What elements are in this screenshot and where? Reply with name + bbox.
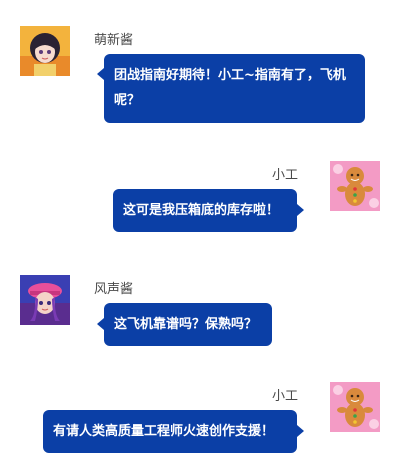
sender-name: 小工 <box>272 168 299 183</box>
avatar-gingerbread-icon[interactable] <box>330 382 380 432</box>
avatar-pink-hat-girl-icon[interactable] <box>20 275 70 325</box>
bubble-tail <box>97 68 104 80</box>
sender-name: 小工 <box>272 389 299 404</box>
avatar-gingerbread-icon[interactable] <box>330 161 380 211</box>
bubble-tail <box>297 204 304 216</box>
sender-name: 萌新酱 <box>94 33 134 48</box>
message-text: 有请人类高质量工程师火速创作支援！ <box>53 424 275 439</box>
message-bubble[interactable]: 这可是我压箱底的库存啦！ <box>113 189 304 232</box>
message-text: 这可是我压箱底的库存啦！ <box>123 203 280 218</box>
message-text: 这飞机靠谱吗？保熟吗？ <box>114 317 258 332</box>
sender-name: 风声酱 <box>94 282 134 297</box>
message-bubble[interactable]: 团战指南好期待！小工~指南有了，飞机呢？ <box>97 54 365 123</box>
message-text: 团战指南好期待！小工~指南有了，飞机呢？ <box>114 68 346 108</box>
bubble-tail <box>97 318 104 330</box>
avatar-anime-girl-icon[interactable] <box>20 26 70 76</box>
message-bubble[interactable]: 有请人类高质量工程师火速创作支援！ <box>43 410 304 453</box>
message-bubble[interactable]: 这飞机靠谱吗？保熟吗？ <box>97 303 272 346</box>
bubble-tail <box>297 425 304 437</box>
